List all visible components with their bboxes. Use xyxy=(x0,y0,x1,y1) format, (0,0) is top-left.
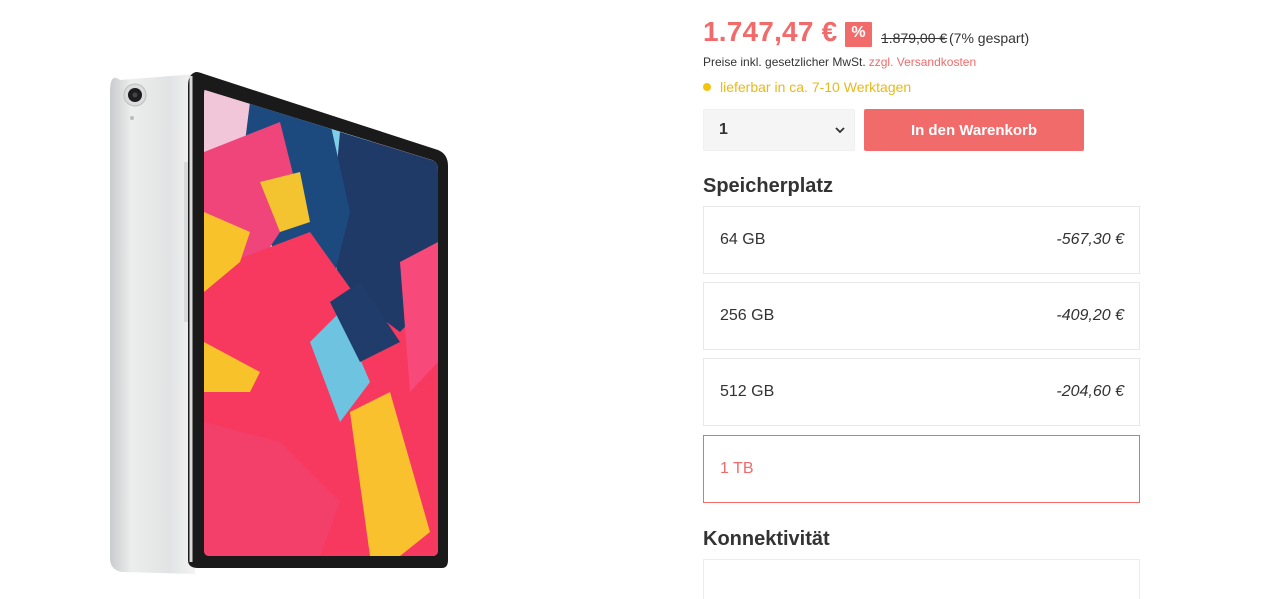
quantity-value: 1 xyxy=(719,121,728,138)
quantity-select[interactable]: 1 xyxy=(703,109,855,151)
chevron-down-icon xyxy=(835,127,845,134)
product-image xyxy=(100,62,500,580)
tax-note-text: Preise inkl. gesetzlicher MwSt. xyxy=(703,55,866,69)
add-to-cart-button[interactable]: In den Warenkorb xyxy=(864,109,1084,151)
option-price-delta: -409,20 € xyxy=(1056,307,1124,324)
storage-option-256gb[interactable]: 256 GB -409,20 € xyxy=(703,282,1140,350)
old-price: 1.879,00 € xyxy=(881,30,948,46)
availability-dot-icon xyxy=(703,83,711,91)
discount-badge: % xyxy=(845,22,872,47)
storage-option-512gb[interactable]: 512 GB -204,60 € xyxy=(703,358,1140,426)
option-label: 512 GB xyxy=(720,383,775,400)
shipping-costs-link[interactable]: zzgl. Versandkosten xyxy=(869,55,976,69)
connectivity-heading: Konnektivität xyxy=(703,528,830,550)
savings-text: (7% gespart) xyxy=(949,30,1030,46)
price-row: 1.747,47 € % 1.879,00 € (7% gespart) xyxy=(703,14,1140,54)
option-price-delta: -204,60 € xyxy=(1056,383,1124,400)
option-price-delta: -567,30 € xyxy=(1056,231,1124,248)
option-label: 256 GB xyxy=(720,307,775,324)
delivery-status: lieferbar in ca. 7-10 Werktagen xyxy=(703,78,911,96)
current-price: 1.747,47 € xyxy=(703,16,838,47)
connectivity-option[interactable] xyxy=(703,559,1140,599)
storage-heading: Speicherplatz xyxy=(703,175,834,197)
delivery-text: lieferbar in ca. 7-10 Werktagen xyxy=(720,79,912,95)
ipad-illustration xyxy=(110,72,448,574)
tax-note: Preise inkl. gesetzlicher MwSt. zzgl. Ver… xyxy=(703,55,976,69)
option-label: 1 TB xyxy=(720,460,754,477)
option-label: 64 GB xyxy=(720,231,766,248)
storage-option-1tb[interactable]: 1 TB xyxy=(703,435,1140,503)
storage-option-64gb[interactable]: 64 GB -567,30 € xyxy=(703,206,1140,274)
